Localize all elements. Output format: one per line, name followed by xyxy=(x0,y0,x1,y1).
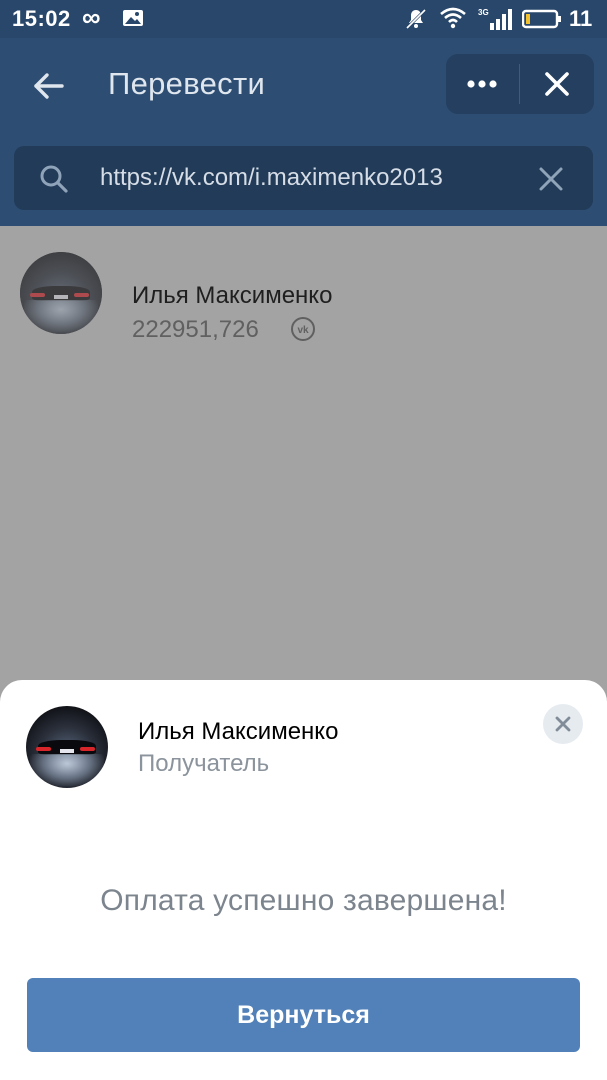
clear-icon[interactable] xyxy=(534,162,568,196)
page-title: Перевести xyxy=(108,66,266,101)
avatar xyxy=(26,706,108,788)
close-icon[interactable] xyxy=(520,54,594,114)
mini-app-controls xyxy=(446,54,594,114)
battery-percent: 11 xyxy=(569,6,593,31)
image-icon xyxy=(123,10,143,26)
arrow-left-icon[interactable] xyxy=(24,62,72,110)
wifi-icon xyxy=(440,7,466,29)
result-amount: 222951,726 xyxy=(132,316,259,343)
return-button[interactable]: Вернуться xyxy=(27,978,580,1052)
battery-icon xyxy=(522,9,561,29)
search-box xyxy=(14,146,593,210)
search-area xyxy=(0,132,607,226)
signal-icon: 3G xyxy=(478,8,512,30)
network-type: 3G xyxy=(478,8,489,17)
more-horizontal-icon[interactable] xyxy=(446,54,519,114)
status-time: 15:02 xyxy=(12,6,71,31)
status-bar: 15:02 ∞ 3G 11 xyxy=(0,0,607,38)
payment-result-sheet: Илья Максименко Получатель Оплата успешн… xyxy=(0,680,607,1080)
screen: 15:02 ∞ 3G 11 Перевести https://vk.com/i… xyxy=(0,0,607,1080)
infinity-icon: ∞ xyxy=(82,2,101,32)
vk-logo-icon: vk xyxy=(291,317,315,341)
success-message: Оплата успешно завершена! xyxy=(100,884,507,917)
avatar xyxy=(20,252,102,334)
recipient-role: Получатель xyxy=(138,750,270,777)
search-input[interactable] xyxy=(100,160,510,196)
result-name: Илья Максименко xyxy=(132,282,333,309)
recipient-name: Илья Максименко xyxy=(138,718,339,745)
list-item[interactable]: Илья Максименко 222951,726 vk xyxy=(0,246,607,343)
close-icon xyxy=(555,716,571,732)
search-icon xyxy=(40,165,68,193)
sheet-close-button[interactable] xyxy=(543,704,583,744)
notifications-muted-icon xyxy=(405,8,427,30)
svg-text:vk: vk xyxy=(297,325,309,336)
app-header: Перевести xyxy=(0,38,607,132)
